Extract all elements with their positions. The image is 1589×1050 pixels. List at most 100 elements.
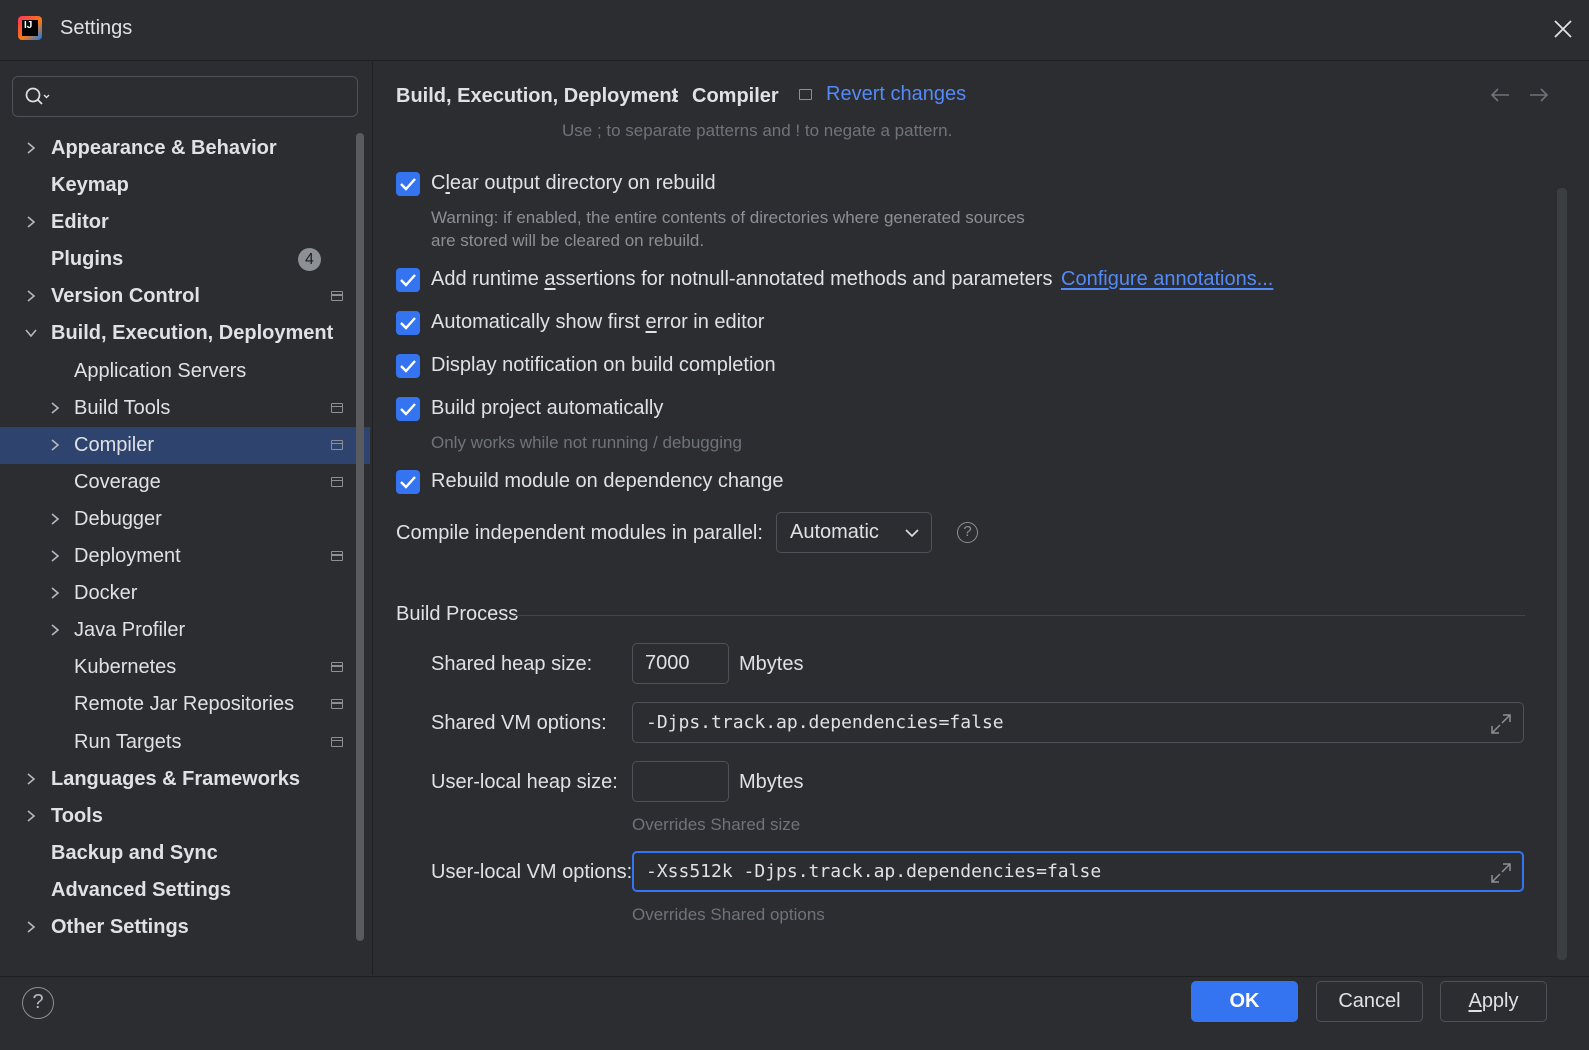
sidebar-item-label: Build Tools: [74, 396, 171, 419]
sidebar-item-deployment[interactable]: Deployment: [0, 538, 370, 575]
ok-button[interactable]: OK: [1191, 981, 1298, 1022]
shared-vm-label: Shared VM options:: [431, 712, 607, 734]
sidebar-item-docker[interactable]: Docker: [0, 575, 370, 612]
parallel-compile-value: Automatic: [790, 521, 879, 543]
project-level-icon: [331, 439, 343, 450]
sidebar-item-label: Languages & Frameworks: [51, 767, 300, 790]
show-first-error-checkbox[interactable]: [396, 311, 420, 335]
shared-heap-input[interactable]: 7000: [632, 643, 729, 684]
sidebar-item-label: Coverage: [74, 470, 161, 493]
parallel-compile-label: Compile independent modules in parallel:: [396, 522, 763, 544]
sidebar-item-remote-jar-repositories[interactable]: Remote Jar Repositories: [0, 686, 370, 723]
search-input[interactable]: [61, 83, 345, 111]
chevron-right-icon[interactable]: [25, 142, 37, 154]
sidebar-item-build-tools[interactable]: Build Tools: [0, 390, 370, 427]
chevron-right-icon[interactable]: [25, 810, 37, 822]
chevron-right-icon[interactable]: [49, 550, 61, 562]
chevron-right-icon[interactable]: [49, 439, 61, 451]
sidebar-item-compiler[interactable]: Compiler: [0, 426, 370, 464]
local-vm-input[interactable]: -Xss512k -Djps.track.ap.dependencies=fal…: [632, 851, 1524, 892]
local-heap-input[interactable]: [632, 761, 729, 802]
apply-button[interactable]: Apply: [1440, 981, 1547, 1022]
project-level-icon: [331, 402, 343, 413]
local-vm-value: -Xss512k -Djps.track.ap.dependencies=fal…: [646, 861, 1102, 882]
sidebar-item-label: Appearance & Behavior: [51, 137, 277, 159]
runtime-assertions-label: Add runtime assertions for notnull-annot…: [431, 268, 1053, 290]
sidebar-item-label: Compiler: [74, 433, 155, 456]
sidebar-item-appearance-behavior[interactable]: Appearance & Behavior: [0, 130, 370, 167]
settings-sidebar: Appearance & Behavior Keymap Editor Plugins…: [0, 61, 373, 975]
local-vm-label: User-local VM options:: [431, 861, 633, 883]
sidebar-item-other-settings[interactable]: Other Settings: [0, 909, 370, 946]
display-notification-checkbox[interactable]: [396, 354, 420, 378]
project-level-icon: [331, 699, 343, 710]
build-automatically-label: Build project automatically: [431, 397, 664, 419]
sidebar-item-label: Advanced Settings: [51, 878, 232, 901]
project-level-icon: [331, 736, 343, 747]
search-icon: [25, 87, 50, 105]
clear-output-warning-line-1: Warning: if enabled, the entire contents…: [431, 208, 1025, 227]
display-notification-label: Display notification on build completion: [431, 354, 776, 376]
chevron-right-icon[interactable]: [49, 587, 61, 599]
sidebar-item-debugger[interactable]: Debugger: [0, 501, 370, 538]
dialog-footer: ? OK Cancel Apply: [0, 976, 1589, 1050]
chevron-right-icon[interactable]: [25, 216, 37, 228]
sidebar-item-label: Kubernetes: [74, 656, 177, 679]
chevron-right-icon[interactable]: [49, 624, 61, 636]
clear-output-warning: Warning: if enabled, the entire contents…: [431, 206, 1025, 252]
sidebar-item-editor[interactable]: Editor: [0, 204, 370, 241]
sidebar-item-keymap[interactable]: Keymap: [0, 167, 370, 204]
cancel-button[interactable]: Cancel: [1316, 981, 1423, 1022]
compiler-settings-content: Use ; to separate patterns and ! to nega…: [373, 61, 1553, 975]
sidebar-item-plugins[interactable]: Plugins 4: [0, 241, 370, 278]
build-automatically-checkbox[interactable]: [396, 397, 420, 421]
sidebar-item-application-servers[interactable]: Application Servers: [0, 353, 370, 390]
configure-annotations-link[interactable]: Configure annotations...: [1061, 268, 1273, 291]
clear-output-checkbox[interactable]: [396, 172, 420, 196]
sidebar-item-label: Tools: [51, 804, 103, 827]
sidebar-item-kubernetes[interactable]: Kubernetes: [0, 649, 370, 686]
close-icon[interactable]: [1552, 18, 1574, 40]
chevron-right-icon[interactable]: [25, 772, 37, 785]
sidebar-item-tools[interactable]: Tools: [0, 798, 370, 835]
build-process-title: Build Process: [396, 603, 519, 625]
chevron-right-icon[interactable]: [25, 921, 37, 933]
sidebar-item-label: Other Settings: [51, 915, 189, 938]
shared-heap-label: Shared heap size:: [431, 653, 593, 675]
checkmark-icon: [400, 360, 416, 373]
rebuild-module-label: Rebuild module on dependency change: [431, 470, 784, 492]
chevron-right-icon[interactable]: [49, 513, 61, 525]
clear-output-label: Clear output directory on rebuild: [431, 172, 716, 194]
sidebar-item-run-targets[interactable]: Run Targets: [0, 724, 370, 761]
sidebar-item-coverage[interactable]: Coverage: [0, 464, 370, 501]
help-icon[interactable]: ?: [957, 522, 978, 543]
sidebar-item-java-profiler[interactable]: Java Profiler: [0, 612, 370, 649]
sidebar-item-backup-and-sync[interactable]: Backup and Sync: [0, 835, 370, 872]
chevron-right-icon[interactable]: [25, 290, 37, 302]
sidebar-item-version-control[interactable]: Version Control: [0, 278, 370, 315]
local-vm-note: Overrides Shared options: [632, 905, 825, 924]
project-level-icon: [331, 291, 343, 302]
shared-heap-value: 7000: [645, 652, 690, 674]
runtime-assertions-checkbox[interactable]: [396, 268, 420, 292]
sidebar-item-label: Application Servers: [74, 359, 247, 382]
sidebar-item-build-execution-deployment[interactable]: Build, Execution, Deployment: [0, 315, 370, 352]
parallel-compile-dropdown[interactable]: Automatic: [776, 512, 932, 553]
shared-vm-input[interactable]: -Djps.track.ap.dependencies=false: [632, 702, 1524, 743]
chevron-right-icon[interactable]: [49, 402, 61, 414]
sidebar-scrollbar[interactable]: [356, 133, 364, 941]
sidebar-item-languages-frameworks[interactable]: Languages & Frameworks: [0, 761, 370, 798]
chevron-down-icon[interactable]: [25, 327, 37, 339]
sidebar-item-label: Docker: [74, 582, 138, 605]
help-button[interactable]: ?: [22, 987, 54, 1019]
rebuild-module-checkbox[interactable]: [396, 470, 420, 494]
checkmark-icon: [400, 403, 416, 416]
section-divider: [515, 615, 1525, 616]
search-field[interactable]: [12, 76, 358, 117]
count-badge: 4: [298, 248, 321, 272]
sidebar-item-advanced-settings[interactable]: Advanced Settings: [0, 872, 370, 909]
sidebar-item-label: Plugins: [51, 248, 124, 271]
expand-icon[interactable]: [1490, 713, 1512, 735]
expand-icon[interactable]: [1490, 862, 1512, 884]
main-scrollbar[interactable]: [1557, 188, 1567, 960]
